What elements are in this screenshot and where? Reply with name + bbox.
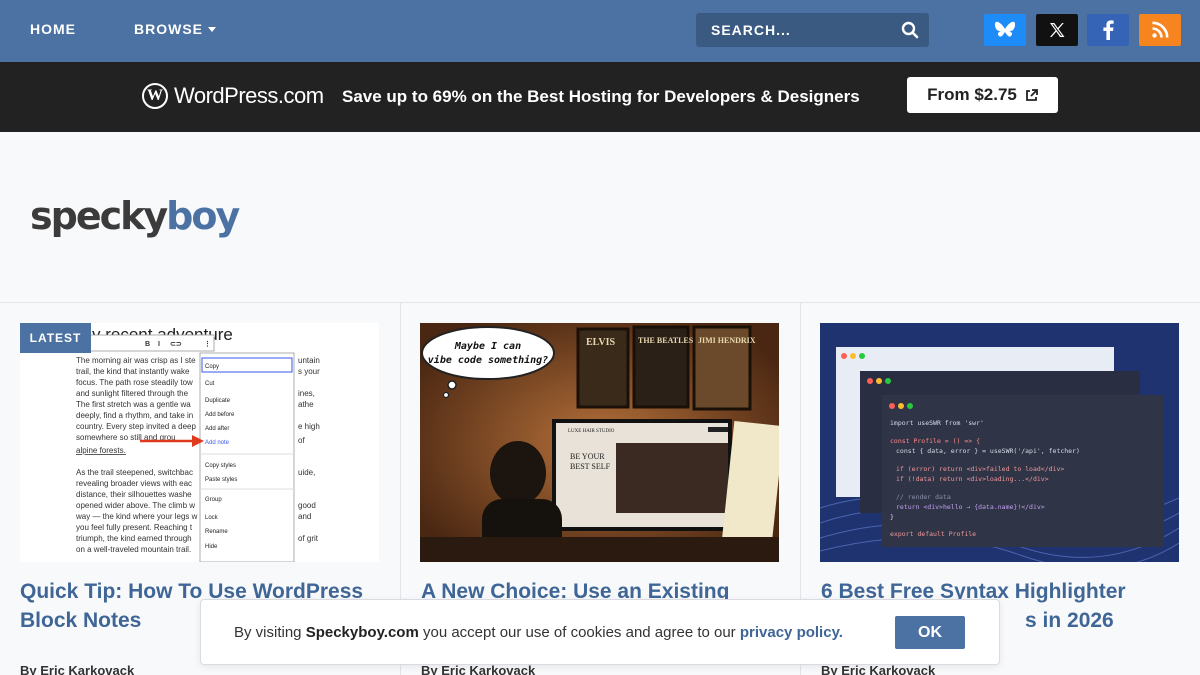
banner-text: Save up to 69% on the Best Hosting for D… xyxy=(342,87,860,106)
svg-text:triumph, the kind earned throu: triumph, the kind earned through xyxy=(76,534,192,543)
svg-text:Maybe I can: Maybe I can xyxy=(454,341,521,352)
rss-icon[interactable] xyxy=(1139,14,1181,46)
privacy-policy-link[interactable]: privacy policy. xyxy=(740,624,843,641)
svg-text:athe: athe xyxy=(298,400,314,409)
svg-text:Rename: Rename xyxy=(205,529,228,535)
svg-text:uide,: uide, xyxy=(298,468,315,477)
banner-cta-label: From $2.75 xyxy=(927,85,1017,104)
article-byline: By Eric Karkovack xyxy=(20,663,135,675)
svg-text:if (error) return <div>failed: if (error) return <div>failed to load</d… xyxy=(896,465,1064,473)
masthead: speckyboy xyxy=(0,132,1200,303)
svg-text:of: of xyxy=(298,436,305,445)
svg-text:THE BEATLES: THE BEATLES xyxy=(638,336,694,345)
svg-text:way — the kind where your legs: way — the kind where your legs w xyxy=(75,512,198,521)
svg-text:untain: untain xyxy=(298,356,320,365)
latest-badge: LATEST xyxy=(20,323,91,353)
search-input[interactable] xyxy=(696,13,891,47)
svg-text:s your: s your xyxy=(298,367,320,376)
cookie-site-name: Speckyboy.com xyxy=(305,624,419,641)
svg-text:const { data, error } = useSWR: const { data, error } = useSWR('/api', f… xyxy=(896,447,1080,455)
svg-text:Add after: Add after xyxy=(205,426,229,432)
svg-text:Copy: Copy xyxy=(205,364,219,370)
svg-text:The first stretch was a gentle: The first stretch was a gentle wa xyxy=(76,400,191,409)
svg-text:Duplicate: Duplicate xyxy=(205,398,231,404)
svg-text:Lock: Lock xyxy=(205,515,219,521)
search-icon[interactable] xyxy=(901,21,919,39)
svg-text:Copy styles: Copy styles xyxy=(205,463,236,469)
svg-text:of grit: of grit xyxy=(298,534,319,543)
svg-text:Add note: Add note xyxy=(205,440,230,446)
svg-text:good: good xyxy=(298,501,316,510)
svg-text:// render data: // render data xyxy=(896,493,951,501)
bluesky-icon[interactable] xyxy=(984,14,1026,46)
svg-text:const Profile = () => {: const Profile = () => { xyxy=(890,437,980,445)
logo-part-specky: specky xyxy=(30,194,168,238)
svg-text:focus. The path rose steadily: focus. The path rose steadily tow xyxy=(76,378,193,387)
svg-text:you feel fully present. Reachi: you feel fully present. Reaching t xyxy=(76,523,193,532)
svg-text:Hide: Hide xyxy=(205,544,218,550)
svg-text:Paste styles: Paste styles xyxy=(205,477,237,483)
external-link-icon xyxy=(1025,88,1038,101)
site-logo[interactable]: speckyboy xyxy=(30,194,240,238)
svg-text:⊂⊃: ⊂⊃ xyxy=(170,341,182,348)
promo-banner[interactable]: W WordPress.com Save up to 69% on the Be… xyxy=(0,62,1200,132)
svg-text:Cut: Cut xyxy=(205,381,215,387)
svg-text:import useSWR from 'swr': import useSWR from 'swr' xyxy=(890,419,984,427)
nav-home-link[interactable]: HOME xyxy=(30,21,76,37)
svg-text:deeply, find a rhythm, and tak: deeply, find a rhythm, and take in xyxy=(76,411,193,420)
svg-text:revealing broader views with e: revealing broader views with eac xyxy=(76,479,192,488)
x-icon[interactable] xyxy=(1036,14,1078,46)
cookie-consent-bar: By visiting Speckyboy.com you accept our… xyxy=(200,599,1000,665)
top-nav: HOME BROWSE xyxy=(0,0,1200,62)
svg-text:opened wider above. The climb: opened wider above. The climb w xyxy=(76,501,195,510)
svg-text:trail, the kind that instantly: trail, the kind that instantly wake xyxy=(76,367,190,376)
svg-text:vibe code something?: vibe code something? xyxy=(428,354,548,366)
svg-text:I: I xyxy=(158,341,160,348)
wordpress-logo-icon: W xyxy=(142,83,168,109)
svg-text:on a well-traveled mountain tr: on a well-traveled mountain trail. xyxy=(76,545,191,554)
svg-text:ELVIS: ELVIS xyxy=(586,337,616,348)
nav-browse-label: BROWSE xyxy=(134,21,203,37)
svg-text:BEST SELF: BEST SELF xyxy=(570,462,611,471)
article-thumbnail[interactable]: ELVIS THE BEATLES JIMI HENDRIX Maybe I c… xyxy=(420,323,779,562)
cookie-ok-button[interactable]: OK xyxy=(895,616,965,649)
svg-text:export default Profile: export default Profile xyxy=(890,530,976,538)
svg-text:B: B xyxy=(145,341,150,348)
logo-part-boy: boy xyxy=(166,194,240,238)
svg-text:return <div>hello → {data.name: return <div>hello → {data.name}!</div> xyxy=(896,503,1045,511)
svg-text:⋮: ⋮ xyxy=(204,340,211,348)
facebook-icon[interactable] xyxy=(1087,14,1129,46)
svg-text:}: } xyxy=(890,513,894,521)
svg-text:As the trail steepened, switch: As the trail steepened, switchbac xyxy=(76,468,193,477)
cookie-text: By visiting Speckyboy.com you accept our… xyxy=(234,624,843,641)
svg-text:country. Every step invited a: country. Every step invited a deep xyxy=(76,422,196,431)
svg-text:distance, their silhouettes wa: distance, their silhouettes washe xyxy=(76,490,192,499)
svg-text:alpine forests.: alpine forests. xyxy=(76,446,126,455)
svg-text:if (!data) return <div>loading: if (!data) return <div>loading...</div> xyxy=(896,475,1049,483)
cookie-text-before: By visiting xyxy=(234,624,306,641)
svg-text:BE YOUR: BE YOUR xyxy=(570,452,605,461)
banner-cta-button[interactable]: From $2.75 xyxy=(907,77,1058,113)
svg-text:JIMI HENDRIX: JIMI HENDRIX xyxy=(698,336,756,345)
svg-text:LUXE HAIR STUDIO: LUXE HAIR STUDIO xyxy=(568,429,615,434)
svg-text:Add before: Add before xyxy=(205,412,235,418)
search-box xyxy=(696,13,929,47)
article-thumbnail[interactable]: import useSWR from 'swr' const Profile =… xyxy=(820,323,1179,562)
banner-brand: WordPress.com xyxy=(174,83,324,108)
cookie-text-after: you accept our use of cookies and agree … xyxy=(418,624,740,641)
nav-browse-menu[interactable]: BROWSE xyxy=(134,21,216,37)
svg-text:ines,: ines, xyxy=(298,389,315,398)
svg-text:e high: e high xyxy=(298,422,320,431)
svg-text:and: and xyxy=(298,512,311,521)
article-thumbnail[interactable]: y recent adventure The morning air was c… xyxy=(20,323,379,562)
svg-text:Group: Group xyxy=(205,497,222,503)
svg-text:and sunlight filtered through: and sunlight filtered through the xyxy=(76,389,189,398)
svg-text:The morning air was crisp as I: The morning air was crisp as I ste xyxy=(76,356,196,365)
chevron-down-icon xyxy=(208,27,216,32)
